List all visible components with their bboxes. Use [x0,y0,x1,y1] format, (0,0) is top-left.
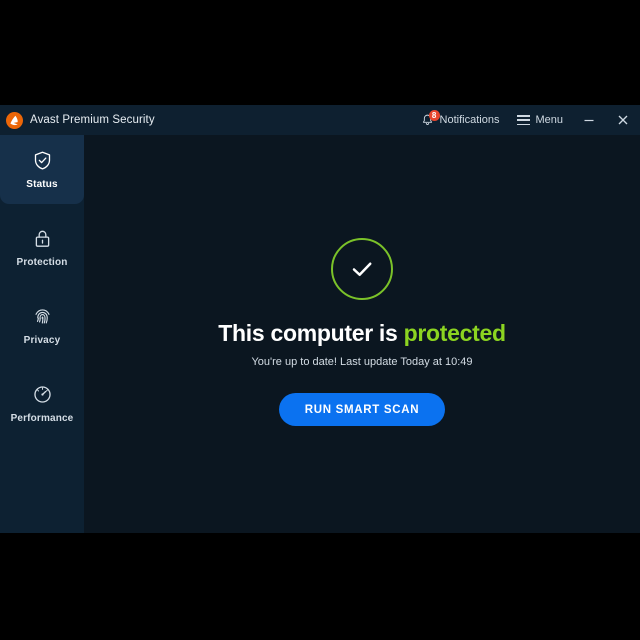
lock-icon [31,227,54,250]
check-circle-icon [331,238,393,300]
run-smart-scan-button[interactable]: RUN SMART SCAN [278,393,446,426]
status-heading-accent: protected [403,320,506,346]
title-bar: Avast Premium Security 8 Notifications M… [0,105,640,135]
shield-check-icon [31,149,54,172]
avast-logo-icon [6,111,23,129]
main-content-status-panel: This computer is protected You're up to … [84,135,640,533]
minimize-button[interactable] [572,105,606,135]
fingerprint-icon [31,305,54,328]
sidebar-item-label: Privacy [23,335,61,346]
status-heading-prefix: This computer is [218,320,404,346]
hamburger-icon [517,115,531,125]
app-title-label: Avast Premium Security [30,114,155,126]
sidebar-item-performance[interactable]: Performance [0,369,84,438]
gauge-icon [31,383,54,406]
title-bar-actions: 8 Notifications Menu [411,105,640,135]
app-brand: Avast Premium Security [6,111,155,129]
avast-application-window: Avast Premium Security 8 Notifications M… [0,105,640,533]
sidebar-item-status[interactable]: Status [0,135,84,204]
sidebar-item-label: Protection [16,257,68,268]
minimize-icon [584,119,594,122]
sidebar-navigation: Status Protection Privacy Performance [0,135,84,533]
notifications-button[interactable]: 8 Notifications [411,105,509,135]
page-title: This computer is protected [218,320,506,347]
status-subtitle: You're up to date! Last update Today at … [251,356,473,368]
sidebar-item-privacy[interactable]: Privacy [0,291,84,360]
window-body: Status Protection Privacy Performance Th… [0,135,640,533]
notifications-badge: 8 [428,109,440,121]
menu-button[interactable]: Menu [508,105,572,135]
close-button[interactable] [606,105,640,135]
sidebar-item-label: Performance [10,413,74,424]
notifications-label: Notifications [439,114,500,126]
bell-icon: 8 [420,109,440,128]
menu-label: Menu [535,114,563,126]
sidebar-item-protection[interactable]: Protection [0,213,84,282]
close-icon [618,115,628,125]
sidebar-item-label: Status [26,179,58,190]
